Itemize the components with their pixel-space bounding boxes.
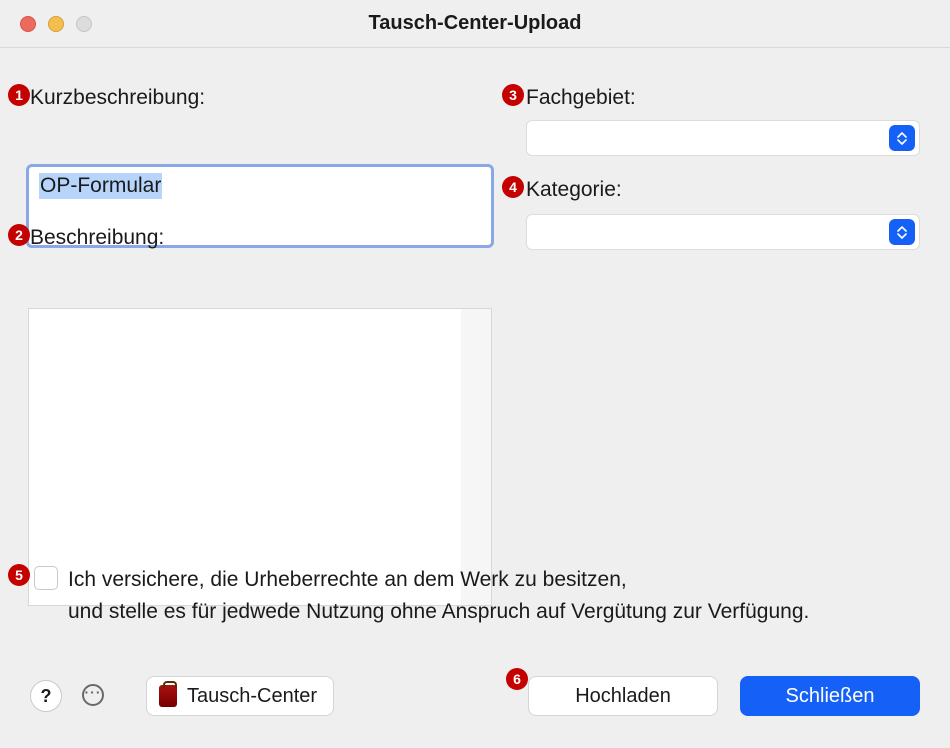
help-button[interactable]: ? (30, 680, 62, 712)
traffic-lights (20, 16, 92, 32)
description-scrollbar[interactable] (461, 309, 491, 605)
close-button[interactable]: Schließen (740, 676, 920, 716)
category-select[interactable] (526, 214, 920, 250)
step-badge-2: 2 (8, 224, 30, 246)
ellipsis-icon: ··· (85, 684, 102, 700)
tausch-center-label: Tausch-Center (187, 685, 317, 708)
close-button-label: Schließen (786, 685, 875, 708)
category-label: Kategorie: (526, 178, 622, 202)
tausch-center-icon (159, 685, 177, 707)
upload-button[interactable]: Hochladen (528, 676, 718, 716)
upload-button-label: Hochladen (575, 685, 671, 708)
chevron-up-down-icon (889, 125, 915, 151)
subject-label: Fachgebiet: (526, 86, 636, 110)
minimize-window-icon[interactable] (48, 16, 64, 32)
step-badge-6: 6 (506, 668, 528, 690)
step-badge-5: 5 (8, 564, 30, 586)
consent-text: Ich versichere, die Urheberrechte an dem… (68, 564, 809, 628)
short-description-value: OP-Formular (39, 173, 162, 199)
short-description-label: Kurzbeschreibung: (30, 86, 205, 110)
consent-line-2: und stelle es für jedwede Nutzung ohne A… (68, 596, 809, 628)
help-icon: ? (41, 686, 52, 707)
consent-checkbox[interactable] (34, 566, 58, 590)
titlebar: Tausch-Center-Upload (0, 0, 950, 48)
subject-select[interactable] (526, 120, 920, 156)
consent-line-1: Ich versichere, die Urheberrechte an dem… (68, 564, 809, 596)
more-options-button[interactable]: ··· (82, 684, 104, 706)
subject-value (527, 121, 537, 138)
step-badge-3: 3 (502, 84, 524, 106)
description-label: Beschreibung: (30, 226, 164, 250)
zoom-window-icon (76, 16, 92, 32)
chevron-up-down-icon (889, 219, 915, 245)
category-value (527, 215, 537, 232)
step-badge-1: 1 (8, 84, 30, 106)
description-textarea[interactable] (28, 308, 492, 606)
step-badge-4: 4 (502, 176, 524, 198)
close-window-icon[interactable] (20, 16, 36, 32)
window-title: Tausch-Center-Upload (0, 12, 950, 35)
tausch-center-button[interactable]: Tausch-Center (146, 676, 334, 716)
